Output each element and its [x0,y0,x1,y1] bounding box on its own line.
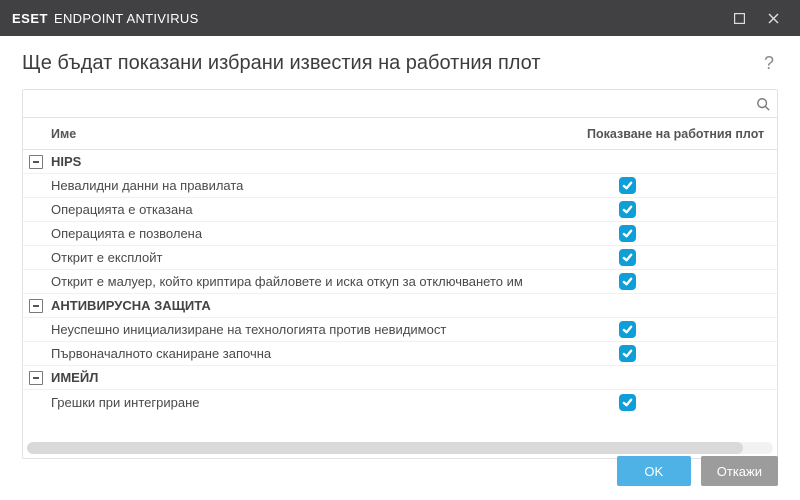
item-label: Открит е експлойт [51,250,587,265]
dialog-header: Ще бъдат показани избрани известия на ра… [0,36,800,89]
page-title: Ще бъдат показани избрани известия на ра… [22,52,760,75]
checkbox-cell [587,177,777,194]
checkbox-cell [587,225,777,242]
item-label: Открит е малуер, който криптира файловет… [51,274,587,289]
group-row[interactable]: ИМЕЙЛ [23,366,777,390]
item-label: Операцията е отказана [51,202,587,217]
titlebar: ESET ENDPOINT ANTIVIRUS [0,0,800,36]
collapse-icon[interactable] [29,299,43,313]
list-item[interactable]: Неуспешно инициализиране на технологията… [23,318,777,342]
rows-container[interactable]: HIPS Невалидни данни на правилата Операция… [23,150,777,440]
notifications-panel: Име Показване на работния плот HIPS Невал… [22,89,778,459]
search-bar [23,90,777,118]
search-input[interactable] [23,91,749,117]
list-item[interactable]: Грешки при интегриране [23,390,777,414]
list-item[interactable]: Открит е експлойт [23,246,777,270]
search-icon[interactable] [749,90,777,118]
brand-eset: ESET [12,11,48,26]
item-label: Първоначалното сканиране започна [51,346,587,361]
checkbox[interactable] [619,394,636,411]
list-item[interactable]: Открит е малуер, който криптира файловет… [23,270,777,294]
collapse-icon[interactable] [29,155,43,169]
checkbox-cell [587,273,777,290]
checkbox-cell [587,394,777,411]
help-icon[interactable]: ? [760,53,778,74]
group-label: HIPS [51,154,587,169]
brand-product: ENDPOINT ANTIVIRUS [54,11,199,26]
checkbox[interactable] [619,273,636,290]
cancel-button-label: Откажи [717,464,762,479]
column-name: Име [23,127,587,141]
group-row[interactable]: АНТИВИРУСНА ЗАЩИТА [23,294,777,318]
checkbox[interactable] [619,225,636,242]
brand: ESET ENDPOINT ANTIVIRUS [12,11,199,26]
checkbox-cell [587,345,777,362]
list-item[interactable]: Операцията е позволена [23,222,777,246]
column-show: Показване на работния плот [587,127,777,141]
list-item[interactable]: Операцията е отказана [23,198,777,222]
checkbox[interactable] [619,321,636,338]
group-row[interactable]: HIPS [23,150,777,174]
checkbox-cell [587,321,777,338]
group-label: ИМЕЙЛ [51,370,587,385]
column-headers: Име Показване на работния плот [23,118,777,150]
item-label: Операцията е позволена [51,226,587,241]
collapse-icon[interactable] [29,371,43,385]
group-label: АНТИВИРУСНА ЗАЩИТА [51,298,587,313]
ok-button[interactable]: OK [617,456,691,486]
item-label: Грешки при интегриране [51,395,587,410]
checkbox[interactable] [619,345,636,362]
item-label: Неуспешно инициализиране на технологията… [51,322,587,337]
list-item[interactable]: Невалидни данни на правилата [23,174,777,198]
checkbox-cell [587,201,777,218]
checkbox[interactable] [619,177,636,194]
dialog-footer: OK Откажи [0,442,800,500]
item-label: Невалидни данни на правилата [51,178,587,193]
checkbox-cell [587,249,777,266]
window-minimize-icon[interactable] [722,0,756,36]
window-close-icon[interactable] [756,0,790,36]
checkbox[interactable] [619,249,636,266]
checkbox[interactable] [619,201,636,218]
list-item[interactable]: Първоначалното сканиране започна [23,342,777,366]
ok-button-label: OK [644,464,663,479]
cancel-button[interactable]: Откажи [701,456,778,486]
